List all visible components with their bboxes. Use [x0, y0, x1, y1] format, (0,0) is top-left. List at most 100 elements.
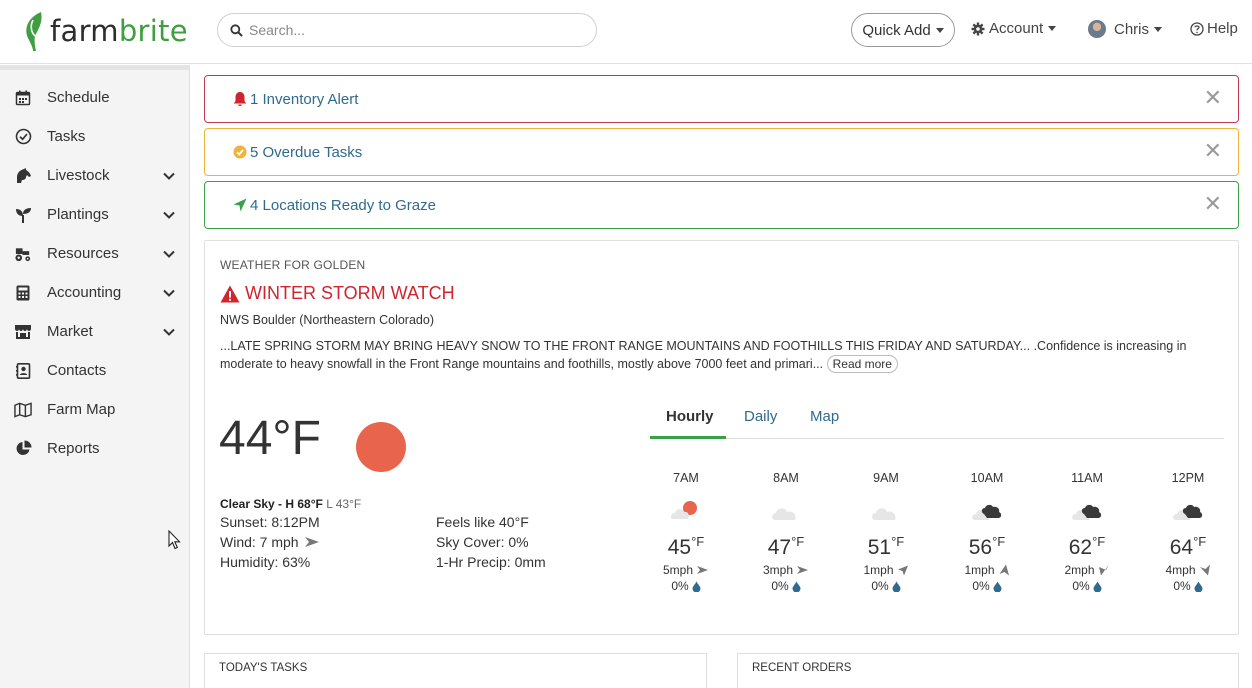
close-icon[interactable]: ✕ — [1204, 192, 1222, 216]
sidebar-item-schedule[interactable]: Schedule — [0, 78, 189, 117]
inventory-alert-text[interactable]: 1 Inventory Alert — [250, 91, 358, 108]
tab-hourly[interactable]: Hourly — [666, 408, 714, 425]
hour-precip-value: 0% — [1173, 579, 1191, 593]
tab-map[interactable]: Map — [810, 408, 839, 425]
sidebar-item-label: Resources — [47, 245, 119, 262]
forecast-tabs: Hourly Daily Map — [650, 397, 1224, 439]
sidebar-item-label: Tasks — [47, 128, 86, 145]
tractor-icon — [14, 245, 32, 263]
weather-caption: WEATHER FOR GOLDEN — [220, 258, 366, 272]
droplet-icon — [792, 581, 801, 592]
hourly-forecast-item: 8AM 47°F 3mph 0% — [751, 471, 821, 593]
sidebar-item-farm-map[interactable]: Farm Map — [0, 390, 189, 429]
quick-add-button[interactable]: Quick Add — [851, 13, 955, 47]
hour-time: 10AM — [970, 471, 1004, 485]
check-circle-icon — [14, 128, 32, 146]
sidebar-item-contacts[interactable]: Contacts — [0, 351, 189, 390]
hour-time: 9AM — [873, 471, 899, 485]
address-book-icon — [14, 362, 32, 380]
sidebar-item-label: Market — [47, 323, 93, 340]
logo-wordmark: farmbrite — [50, 14, 188, 48]
sidebar-item-label: Farm Map — [47, 401, 116, 418]
wind-direction-icon — [1098, 564, 1109, 576]
hour-precip-value: 0% — [771, 579, 789, 593]
graze-alert[interactable]: 4 Locations Ready to Graze ✕ — [204, 181, 1239, 229]
chevron-down-icon — [163, 328, 175, 336]
wind-direction-icon — [304, 537, 319, 547]
map-icon — [14, 401, 32, 419]
search-icon — [230, 23, 243, 37]
chevron-down-icon — [163, 289, 175, 297]
hour-temp-value: 51 — [867, 536, 892, 559]
weather-card: WEATHER FOR GOLDEN WINTER STORM WATCH NW… — [204, 240, 1239, 635]
overdue-alert-text[interactable]: 5 Overdue Tasks — [250, 144, 362, 161]
chevron-down-icon — [163, 172, 175, 180]
read-more-button[interactable]: Read more — [826, 355, 898, 373]
warning-icon — [220, 285, 240, 302]
account-label: Account — [989, 20, 1044, 37]
wind-stat: Wind: 7 mph — [220, 534, 320, 550]
pie-chart-icon — [14, 440, 32, 458]
hour-temp: 45°F — [651, 534, 721, 560]
weather-headline: WINTER STORM WATCH — [220, 283, 455, 304]
hour-temp: 62°F — [1052, 534, 1122, 560]
sidebar-item-livestock[interactable]: Livestock — [0, 156, 189, 195]
graze-alert-text[interactable]: 4 Locations Ready to Graze — [250, 197, 436, 214]
sidebar-item-resources[interactable]: Resources — [0, 234, 189, 273]
hour-time: 8AM — [773, 471, 799, 485]
hour-wind: 1mph — [952, 563, 1022, 577]
hour-wind-speed: 3mph — [762, 563, 794, 577]
help-label: Help — [1207, 20, 1238, 37]
todays-tasks-panel: TODAY'S TASKS — [204, 653, 707, 688]
hour-temp-value: 62 — [1068, 536, 1093, 559]
search-box[interactable] — [217, 13, 597, 47]
cloud-icon — [872, 508, 896, 520]
sky-cover: Sky Cover: 0% — [436, 534, 529, 550]
account-menu[interactable]: Account — [971, 20, 1057, 37]
seedling-icon — [14, 206, 32, 224]
hour-precip: 0% — [751, 579, 821, 593]
hour-precip: 0% — [952, 579, 1022, 593]
sidebar-item-reports[interactable]: Reports — [0, 429, 189, 468]
close-icon[interactable]: ✕ — [1204, 139, 1222, 163]
hour-time: 12PM — [1171, 471, 1205, 485]
droplet-icon — [1093, 581, 1102, 592]
sidebar-item-label: Livestock — [47, 167, 110, 184]
calendar-icon — [14, 89, 32, 107]
help-link[interactable]: Help — [1190, 20, 1238, 37]
sidebar: Schedule Tasks Livestock Plantings Resou… — [0, 65, 190, 688]
hourly-forecast-item: 9AM 51°F 1mph 0% — [851, 471, 921, 593]
close-icon[interactable]: ✕ — [1204, 86, 1222, 110]
hourly-forecast-item: 10AM 56°F 1mph 0% — [952, 471, 1022, 593]
hour-time: 11AM — [1071, 471, 1103, 485]
hour-wind: 2mph — [1052, 563, 1122, 577]
user-menu[interactable]: Chris — [1088, 20, 1163, 38]
sidebar-item-accounting[interactable]: Accounting — [0, 273, 189, 312]
current-temperature: 44°F — [219, 412, 321, 465]
weather-alert-text: ...LATE SPRING STORM MAY BRING HEAVY SNO… — [220, 337, 1225, 373]
wind-direction-icon — [697, 566, 709, 574]
hour-temp-unit: °F — [1092, 534, 1106, 549]
sun-icon — [356, 422, 406, 472]
sidebar-item-market[interactable]: Market — [0, 312, 189, 351]
tab-daily[interactable]: Daily — [744, 408, 777, 425]
sidebar-item-tasks[interactable]: Tasks — [0, 117, 189, 156]
hour-wind-speed: 1mph — [863, 563, 894, 577]
mouse-cursor-icon — [168, 530, 181, 550]
feels-like: Feels like 40°F — [436, 514, 529, 530]
chevron-down-icon — [163, 211, 175, 219]
wind-direction-icon — [999, 564, 1009, 576]
store-icon — [14, 323, 32, 341]
overdue-tasks-alert[interactable]: 5 Overdue Tasks ✕ — [204, 128, 1239, 176]
inventory-alert[interactable]: 1 Inventory Alert ✕ — [204, 75, 1239, 123]
leaf-logo-icon — [26, 12, 42, 51]
cloudy-icon — [972, 504, 1002, 520]
sidebar-item-label: Reports — [47, 440, 100, 457]
question-circle-icon — [1190, 21, 1204, 36]
sidebar-item-plantings[interactable]: Plantings — [0, 195, 189, 234]
droplet-icon — [993, 581, 1002, 592]
search-input[interactable] — [249, 22, 569, 38]
farmbrite-logo[interactable]: farmbrite — [21, 9, 188, 53]
low-temp: L 43°F — [326, 497, 362, 511]
chevron-down-icon — [1154, 26, 1163, 32]
